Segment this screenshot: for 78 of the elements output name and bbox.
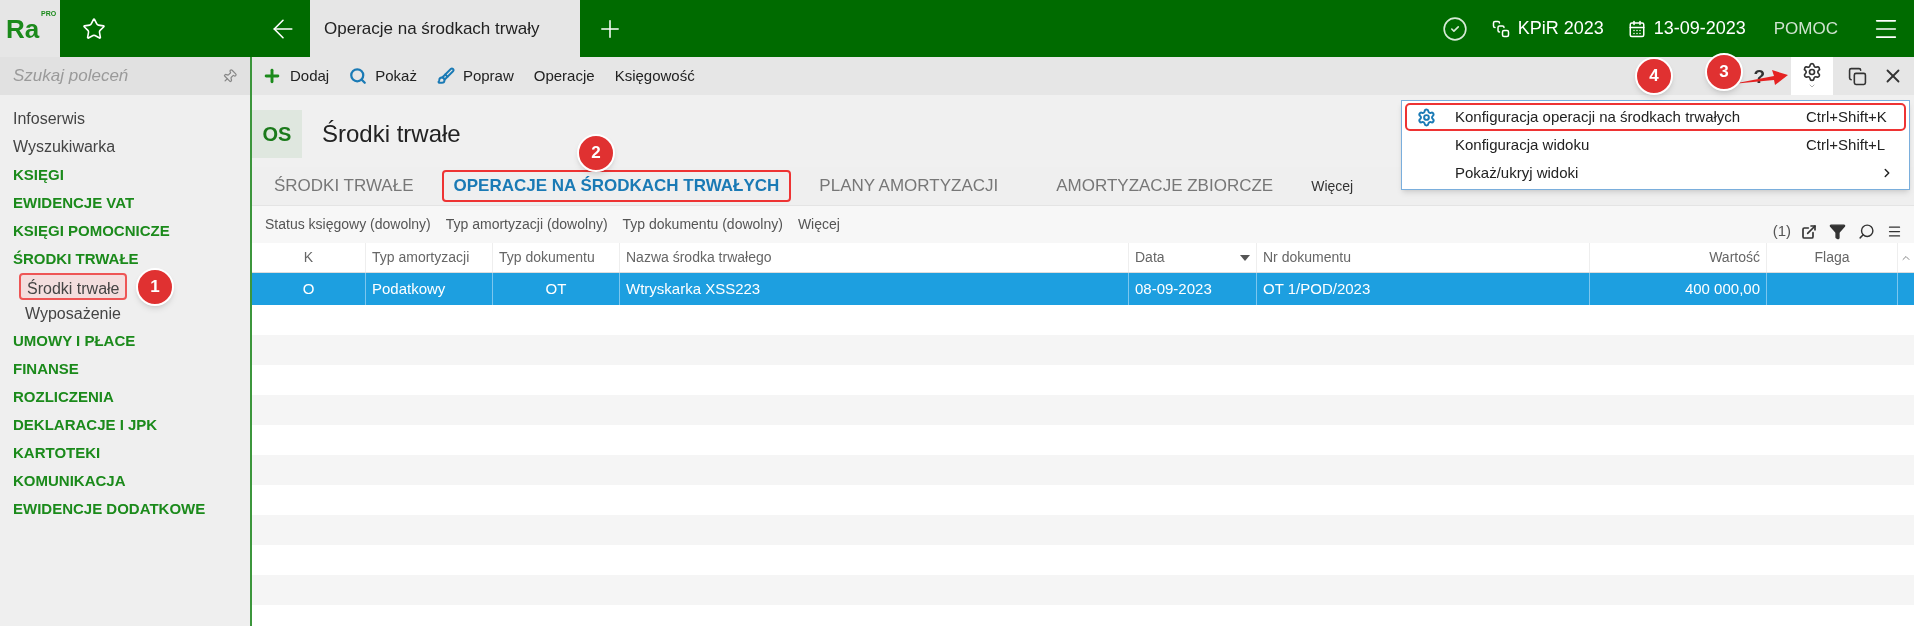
tab[interactable]: OPERACJE NA ŚRODKACH TRWAŁYCH xyxy=(441,170,792,202)
module-badge: OS xyxy=(252,110,302,158)
sidebar-section[interactable]: KOMUNIKACJA xyxy=(13,467,250,495)
sidebar-item[interactable]: Środki trwałe xyxy=(19,273,128,300)
sidebar-item[interactable]: Infoserwis xyxy=(13,105,250,133)
column-header[interactable]: Nr dokumentu xyxy=(1257,243,1590,272)
sidebar-item[interactable]: Wyszukiwarka xyxy=(13,133,250,161)
check-circle-icon[interactable] xyxy=(1441,15,1468,42)
toolbar-button[interactable]: Księgowość xyxy=(614,64,695,88)
toolbar-button[interactable]: Popraw xyxy=(436,64,514,88)
filter-link[interactable]: Status księgowy (dowolny) xyxy=(265,214,431,235)
menu-item[interactable]: Konfiguracja operacji na środkach trwałych Ctrl+Shift+K xyxy=(1405,103,1906,131)
sidebar-section[interactable]: DEKLARACJE I JPK xyxy=(13,411,250,439)
column-header[interactable]: K xyxy=(252,243,366,272)
gear-icon xyxy=(1417,107,1436,127)
module-title: Środki trwałe xyxy=(322,119,461,149)
logo-text: Ra xyxy=(6,15,40,42)
column-header[interactable]: Nazwa środka trwałego xyxy=(620,243,1129,272)
brush-icon xyxy=(436,67,455,85)
filter-link[interactable]: Typ amortyzacji (dowolny) xyxy=(445,214,608,235)
table-cell-text: Wtryskarka XSS223 xyxy=(626,278,761,299)
tab[interactable]: Więcej xyxy=(1301,170,1364,202)
tab[interactable]: AMORTYZACJE ZBIORCZE xyxy=(1046,170,1284,202)
table-cell-text: OT 1/POD/2023 xyxy=(1263,278,1371,299)
list-options-icon[interactable] xyxy=(1887,224,1902,239)
filter-icon[interactable] xyxy=(1829,223,1846,240)
sidebar-item[interactable]: Wyposażenie xyxy=(19,300,127,327)
menu-item[interactable]: Pokaż/ukryj widoki xyxy=(1405,159,1906,187)
sidebar-section[interactable]: KSIĘGI POMOCNICZE xyxy=(13,217,250,245)
ledger-label[interactable]: KPiR 2023 xyxy=(1517,15,1604,42)
sidebar-section[interactable]: EWIDENCJE DODATKOWE xyxy=(13,495,250,523)
tab[interactable]: PLANY AMORTYZACJI xyxy=(809,170,1009,202)
menu-item-label: Konfiguracja widoku xyxy=(1455,134,1590,155)
table-cell-text: OT xyxy=(545,278,567,299)
date-label[interactable]: 13-09-2023 xyxy=(1653,15,1746,42)
toolbar-button[interactable]: Pokaż xyxy=(349,64,417,88)
calendar-icon xyxy=(1627,19,1646,38)
sidebar-section[interactable]: ROZLICZENIA xyxy=(13,383,250,411)
search-icon xyxy=(349,67,368,85)
sidebar-section[interactable]: EWIDENCJE VAT xyxy=(13,189,250,217)
table-cell-text: O xyxy=(302,278,315,299)
column-header[interactable]: Typ amortyzacji xyxy=(366,243,493,272)
filter-link[interactable]: Typ dokumentu (dowolny) xyxy=(622,214,783,235)
help-link[interactable]: POMOC xyxy=(1773,15,1838,42)
restore-window-icon[interactable] xyxy=(1848,66,1867,86)
sidebar-section[interactable]: KARTOTEKI xyxy=(13,439,250,467)
shortcut-label: Ctrl+Shift+L xyxy=(1806,134,1887,155)
column-header[interactable]: Wartość xyxy=(1590,243,1767,272)
search-icon[interactable] xyxy=(1858,223,1875,240)
star-icon[interactable] xyxy=(82,16,106,41)
sidebar-section[interactable]: UMOWY I PŁACE xyxy=(13,327,250,355)
column-header[interactable]: Data xyxy=(1129,243,1257,272)
command-search-input[interactable]: Szukaj poleceń xyxy=(13,63,203,89)
settings-icon xyxy=(1802,62,1822,82)
document-tab[interactable]: Operacje na środkach trwały xyxy=(310,0,580,57)
sidebar-section[interactable]: KSIĘGI xyxy=(13,161,250,189)
menu-item[interactable]: Konfiguracja widoku Ctrl+Shift+L xyxy=(1405,131,1906,159)
shortcut-label: Ctrl+Shift+K xyxy=(1806,106,1888,127)
tab[interactable]: ŚRODKI TRWAŁE xyxy=(264,170,424,202)
chevron-down-icon xyxy=(1807,82,1817,90)
menu-item-label: Pokaż/ukryj widoki xyxy=(1455,162,1579,183)
table-cell-text: 08-09-2023 xyxy=(1135,278,1212,299)
command-search-field[interactable]: Szukaj poleceń xyxy=(0,57,250,95)
export-icon[interactable] xyxy=(1801,223,1817,240)
toolbar-button[interactable]: Operacje xyxy=(533,64,595,88)
filter-count: (1) xyxy=(1772,221,1791,242)
column-header[interactable]: Typ dokumentu xyxy=(493,243,620,272)
table-cell-text: Podatkowy xyxy=(372,278,446,299)
column-header[interactable]: Flaga xyxy=(1767,243,1898,272)
plus-icon xyxy=(262,66,282,86)
table-cell-text: 400 000,00 xyxy=(1684,278,1760,299)
toolbar-button[interactable]: Dodaj xyxy=(262,64,330,88)
settings-button[interactable] xyxy=(1791,57,1833,95)
ledger-icon xyxy=(1491,19,1510,38)
menu-item-label: Konfiguracja operacji na środkach trwałych xyxy=(1455,106,1741,127)
sidebar-section[interactable]: FINANSE xyxy=(13,355,250,383)
sort-caret-icon xyxy=(1240,254,1250,261)
filter-link[interactable]: Więcej xyxy=(797,214,840,235)
